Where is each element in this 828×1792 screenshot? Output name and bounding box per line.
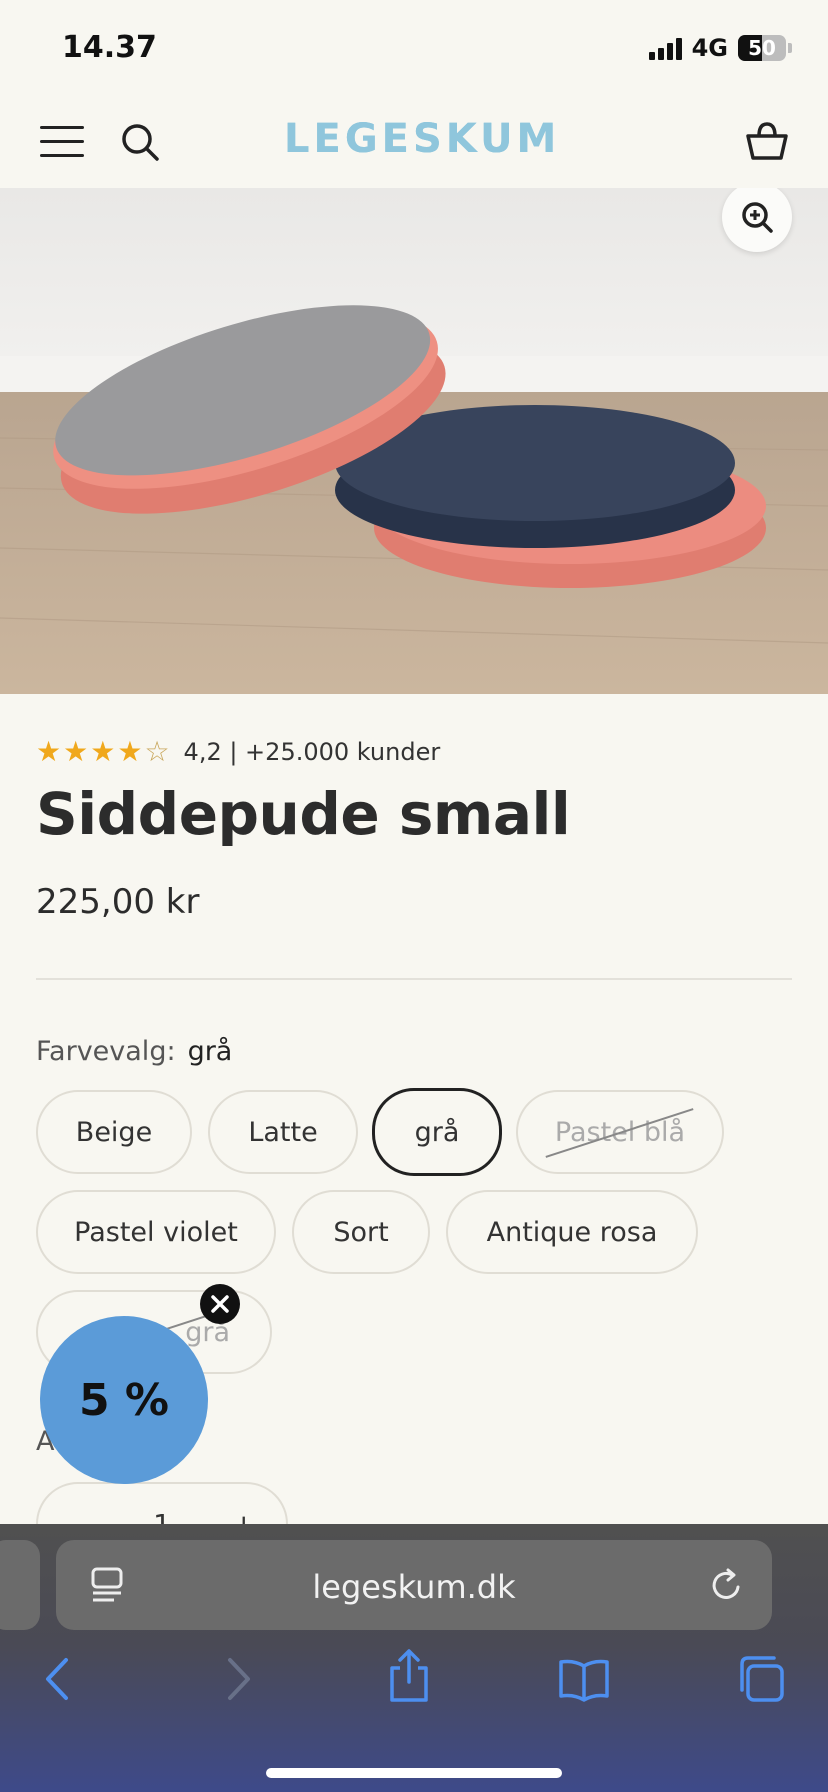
color-option-latte[interactable]: Latte: [208, 1090, 358, 1174]
back-icon[interactable]: [38, 1654, 78, 1704]
share-icon[interactable]: [386, 1648, 432, 1704]
browser-toolbar: legeskum.dk: [0, 1524, 828, 1792]
site-logo[interactable]: LEGESKUM: [284, 116, 556, 164]
star-filled-icon: ★: [63, 735, 89, 768]
color-option-gra[interactable]: grå: [372, 1088, 502, 1176]
star-empty-icon: ☆: [144, 735, 170, 768]
status-bar: 14.37 4G 50: [0, 0, 828, 96]
close-icon[interactable]: [200, 1284, 240, 1324]
forward-icon[interactable]: [218, 1654, 258, 1704]
color-selector-label: Farvevalg: grå: [36, 1036, 233, 1067]
url-text: legeskum.dk: [312, 1568, 516, 1606]
address-bar[interactable]: legeskum.dk: [56, 1540, 772, 1630]
product-price: 225,00 kr: [36, 882, 200, 922]
bookmarks-icon[interactable]: [558, 1658, 610, 1702]
search-icon[interactable]: [118, 120, 162, 164]
tabs-icon[interactable]: [736, 1654, 786, 1704]
star-filled-icon: ★: [90, 735, 116, 768]
rating-stars: ★ ★ ★ ★ ☆: [36, 738, 170, 766]
product-rating[interactable]: ★ ★ ★ ★ ☆ 4,2 | +25.000 kunder: [36, 738, 441, 767]
previous-tab-preview[interactable]: [0, 1540, 40, 1630]
color-option-beige[interactable]: Beige: [36, 1090, 192, 1174]
divider: [36, 978, 792, 980]
color-option-pastel-violet[interactable]: Pastel violet: [36, 1190, 276, 1274]
color-option-antique-rosa[interactable]: Antique rosa: [446, 1190, 698, 1274]
battery-tip: [788, 43, 792, 53]
status-time: 14.37: [62, 30, 157, 65]
product-image[interactable]: [0, 188, 828, 694]
star-filled-icon: ★: [36, 735, 62, 768]
star-filled-icon: ★: [117, 735, 143, 768]
home-indicator: [266, 1768, 562, 1778]
rating-text: 4,2 | +25.000 kunder: [183, 738, 441, 766]
reload-icon[interactable]: [706, 1565, 746, 1605]
cart-icon[interactable]: [742, 116, 792, 166]
site-header: LEGESKUM: [0, 96, 828, 188]
color-option-sort[interactable]: Sort: [292, 1190, 430, 1274]
battery-level: 50: [748, 36, 776, 60]
selected-color: grå: [187, 1036, 233, 1067]
status-indicators: 4G 50: [648, 34, 792, 62]
cellular-signal-icon: [648, 36, 682, 60]
battery-icon: 50: [738, 35, 786, 61]
product-title: Siddepude small: [36, 780, 571, 848]
discount-popup[interactable]: 5 %: [40, 1316, 208, 1484]
color-option-pastel-bla[interactable]: Pastel blå: [516, 1090, 724, 1174]
network-type: 4G: [691, 34, 728, 62]
menu-icon[interactable]: [40, 126, 84, 158]
zoom-in-icon: [742, 202, 773, 233]
